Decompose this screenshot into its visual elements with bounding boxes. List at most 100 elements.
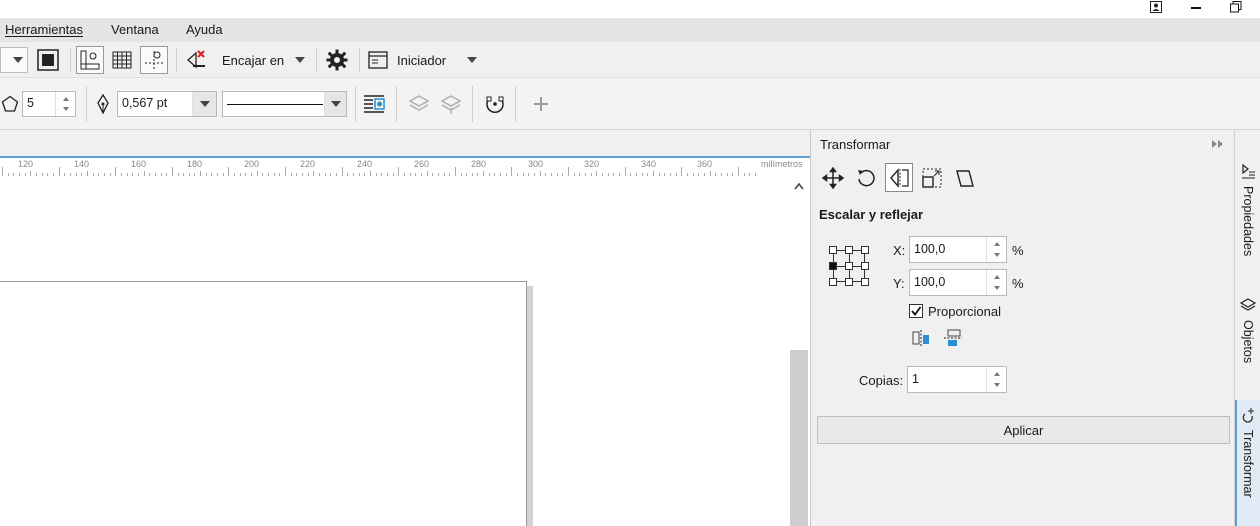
ruler-tick [398, 167, 400, 176]
guidelines-icon[interactable] [140, 46, 168, 74]
launcher-label[interactable]: Iniciador [397, 53, 446, 68]
tab-objetos[interactable]: Objetos [1235, 320, 1260, 380]
full-screen-icon[interactable] [34, 47, 62, 73]
document-page[interactable] [0, 281, 527, 526]
scale-y-input[interactable]: 100,0 [909, 269, 1007, 296]
copies-label: Copias: [859, 373, 904, 388]
anchor-center[interactable] [845, 262, 853, 270]
toolbar-separator [86, 86, 87, 122]
line-style-selector[interactable] [222, 91, 347, 117]
ruler-tick [2, 167, 3, 176]
chevron-down-icon [330, 101, 341, 107]
scroll-up-icon[interactable] [790, 178, 808, 194]
snap-to-label[interactable]: Encajar en [222, 53, 284, 68]
toolbar-separator [515, 86, 516, 122]
chevron-down-icon [199, 101, 210, 107]
copies-input[interactable]: 1 [907, 366, 1007, 393]
vertical-scrollbar-thumb[interactable] [790, 350, 808, 526]
toolbar-separator [355, 86, 356, 122]
chevron-down-icon [467, 57, 477, 63]
anchor-top-center[interactable] [845, 246, 853, 254]
position-move-icon[interactable] [819, 164, 847, 192]
snap-off-icon[interactable] [182, 46, 210, 74]
ruler-label-320: 320 [584, 159, 600, 169]
wrap-text-icon[interactable] [360, 90, 388, 118]
menu-herramientas[interactable]: Herramientas [5, 22, 83, 37]
snap-dropdown-chevron[interactable] [290, 46, 310, 74]
rotate-icon[interactable] [852, 164, 880, 192]
size-icon[interactable] [918, 164, 946, 192]
workspace-top-gap [0, 130, 810, 156]
anchor-top-left[interactable] [829, 246, 837, 254]
tab-transformar[interactable]: Transformar [1235, 430, 1260, 520]
toolbar-separator [472, 86, 473, 122]
order-back-icon[interactable] [437, 90, 465, 118]
minimize-icon[interactable] [1186, 0, 1206, 14]
ruler-unit-label: milímetros [761, 159, 803, 169]
proportional-checkbox[interactable] [909, 304, 923, 318]
docker-header: Transformar [811, 130, 1251, 158]
ruler-label-260: 260 [414, 159, 430, 169]
ruler-label-200: 200 [244, 159, 260, 169]
tab-propiedades[interactable]: Propiedades [1235, 186, 1260, 276]
outline-width-value: 0,567 pt [122, 96, 168, 110]
scale-y-stepper[interactable] [986, 270, 1006, 295]
outline-width-field[interactable]: 0,567 pt [117, 91, 217, 117]
anchor-bottom-right[interactable] [861, 278, 869, 286]
toolbar-separator [316, 48, 317, 72]
toolbar-separator [176, 48, 177, 72]
anchor-bottom-left[interactable] [829, 278, 837, 286]
anchor-top-right[interactable] [861, 246, 869, 254]
rulers-icon[interactable] [76, 46, 104, 74]
grid-icon[interactable] [108, 46, 136, 74]
order-front-icon[interactable] [405, 90, 433, 118]
objects-tab-icon [1239, 296, 1257, 314]
anchor-middle-right[interactable] [861, 262, 869, 270]
proportional-label[interactable]: Proporcional [928, 304, 1001, 319]
user-account-icon[interactable] [1148, 0, 1164, 14]
outline-width-dropdown[interactable] [192, 92, 216, 116]
line-style-dropdown[interactable] [324, 92, 346, 116]
stepper-arrows[interactable] [55, 92, 75, 116]
ruler-label-180: 180 [187, 159, 203, 169]
scale-x-stepper[interactable] [986, 237, 1006, 262]
ruler-tick [285, 167, 286, 176]
scale-x-input[interactable]: 100,0 [909, 236, 1007, 263]
toolbar-separator [359, 48, 360, 72]
ruler-tick [341, 167, 343, 176]
horizontal-ruler[interactable]: 120 140 160 180 200 220 240 260 280 300 … [0, 156, 810, 176]
transform-tab-icon [1239, 406, 1257, 424]
properties-tab-icon [1239, 162, 1257, 180]
pen-nib-icon [94, 93, 112, 115]
scale-mirror-icon[interactable] [885, 163, 913, 192]
ruler-tick [681, 167, 683, 176]
property-bar: 5 0,567 pt [0, 78, 1260, 130]
apply-button[interactable]: Aplicar [817, 416, 1230, 444]
menu-ayuda[interactable]: Ayuda [186, 22, 223, 37]
polygon-sides-stepper[interactable]: 5 [22, 91, 76, 117]
launcher-window-icon[interactable] [365, 46, 391, 74]
expand-docker-icon[interactable] [1209, 136, 1227, 152]
convert-to-curves-icon[interactable] [481, 90, 509, 118]
zoom-dropdown-button[interactable] [0, 47, 28, 73]
y-percent: % [1012, 276, 1024, 291]
anchor-middle-left[interactable] [829, 262, 837, 270]
copies-stepper[interactable] [986, 367, 1006, 392]
ruler-label-300: 300 [528, 159, 544, 169]
restore-icon[interactable] [1226, 0, 1246, 14]
toolbar-separator [396, 86, 397, 122]
mirror-horizontal-icon[interactable] [909, 327, 933, 349]
menu-ventana[interactable]: Ventana [111, 22, 159, 37]
skew-icon[interactable] [951, 164, 979, 192]
scale-y-value: 100,0 [914, 275, 946, 289]
launcher-dropdown-chevron[interactable] [462, 46, 482, 74]
ruler-label-280: 280 [471, 159, 487, 169]
anchor-bottom-center[interactable] [845, 278, 853, 286]
mirror-vertical-icon[interactable] [941, 327, 965, 349]
gear-icon[interactable] [322, 46, 352, 74]
scale-x-value: 100,0 [914, 242, 946, 256]
add-icon[interactable] [528, 90, 554, 118]
anchor-point-grid[interactable] [829, 246, 873, 288]
ruler-tick [115, 167, 117, 176]
chevron-down-icon [13, 57, 23, 63]
